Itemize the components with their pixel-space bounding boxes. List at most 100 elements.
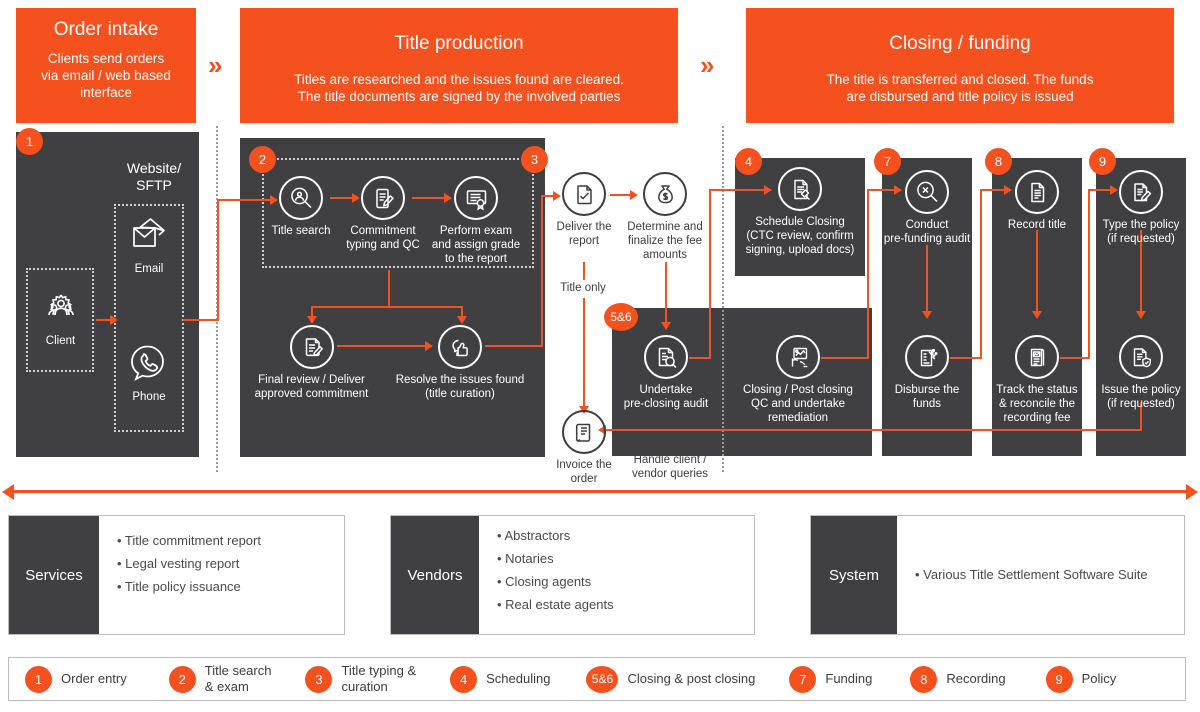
list-item: • Title policy issuance [117, 579, 241, 595]
phase-title: Title production [394, 33, 524, 54]
legend-badge: 5&6 [586, 665, 619, 693]
arrow-head [630, 190, 638, 200]
node-record-title[interactable]: Record title [1008, 170, 1066, 233]
connector-record-to-track [1036, 230, 1038, 318]
arrow-head [1136, 311, 1146, 319]
certificate-exam-icon [454, 176, 498, 220]
node-label: Track the status & reconcile the recordi… [996, 384, 1078, 424]
legend-item-5-6[interactable]: 5&6 Closing & post closing [586, 665, 756, 693]
legend-item-4[interactable]: 4 Scheduling [450, 665, 550, 693]
connector-exam-down [388, 270, 390, 308]
type-policy-edit-icon [1119, 170, 1163, 214]
legend-badge: 8 [910, 665, 938, 693]
node-pre-closing-audit[interactable]: Undertake pre-closing audit [624, 335, 708, 412]
node-label: Conduct pre-funding audit [883, 219, 971, 245]
arrow-head [764, 185, 772, 195]
badge-2: 2 [249, 146, 276, 173]
legend-item-2[interactable]: 2 Title search & exam [168, 663, 272, 694]
node-label: Determine and finalize the fee amounts [627, 221, 703, 261]
node-commitment-typing[interactable]: Commitment typing and QC [346, 176, 420, 253]
arrow-head [553, 191, 561, 201]
track-status-chart-icon [1015, 335, 1059, 379]
connector-qc-up [867, 189, 869, 359]
legend-item-8[interactable]: 8 Recording [910, 665, 1006, 693]
arrow-head [270, 195, 278, 205]
node-client[interactable]: Client [38, 285, 83, 349]
legend-badge: 4 [450, 665, 478, 693]
phase-description: The title is transferred and closed. The… [826, 71, 1094, 104]
info-box-label: Vendors [391, 516, 479, 634]
connector-resolve-up [541, 195, 543, 347]
node-final-review[interactable]: Final review / Deliver approved commitme… [255, 325, 368, 402]
info-box-label: Services [9, 516, 99, 634]
node-label: Schedule Closing (CTC review, confirm si… [745, 216, 855, 256]
phone-bubble-icon [126, 340, 172, 386]
node-type-policy[interactable]: Type the policy (if requested) [1103, 170, 1179, 247]
legend-label: Closing & post closing [627, 671, 756, 687]
info-box-system: System • Various Title Settlement Softwa… [810, 515, 1185, 635]
node-invoice-order[interactable]: Invoice the order [556, 410, 612, 487]
legend-label: Policy [1081, 671, 1117, 687]
process-flow-diagram: Order intake Clients send orders via ema… [0, 0, 1200, 712]
phase-title: Order intake [53, 19, 159, 40]
arrow-head [1110, 185, 1118, 195]
invoice-document-icon [562, 410, 606, 454]
badge-7: 7 [874, 148, 901, 175]
node-email[interactable]: Email [126, 212, 172, 277]
arrow-head [1032, 311, 1042, 319]
pre-closing-audit-icon [644, 335, 688, 379]
node-deliver-report[interactable]: Deliver the report [557, 172, 611, 249]
node-label: Type the policy (if requested) [1102, 219, 1180, 245]
legend-item-3[interactable]: 3 Title typing & curation [305, 663, 416, 694]
edge-label-title-only: Title only [551, 280, 615, 298]
website-sftp-label: Website/ SFTP [126, 160, 182, 193]
chevron-right-icon-1: » [208, 50, 223, 80]
node-label: Undertake pre-closing audit [623, 384, 709, 410]
node-track-status[interactable]: Track the status & reconcile the recordi… [996, 335, 1078, 425]
phase-description: Titles are researched and the issues fou… [294, 71, 624, 104]
node-label: Commitment typing and QC [346, 225, 420, 251]
schedule-closing-icon [778, 167, 822, 211]
node-schedule-closing[interactable]: Schedule Closing (CTC review, confirm si… [746, 167, 854, 257]
legend-badge: 7 [789, 665, 817, 693]
connector-resolve-out [485, 345, 543, 347]
node-resolve-issues[interactable]: Resolve the issues found (title curation… [396, 325, 524, 402]
info-box-label: System [811, 516, 897, 634]
legend-item-1[interactable]: 1 Order entry [25, 665, 127, 693]
node-pre-funding-audit[interactable]: Conduct pre-funding audit [884, 170, 970, 247]
legend-item-9[interactable]: 9 Policy [1045, 665, 1117, 693]
node-issue-policy[interactable]: Issue the policy (if requested) [1101, 335, 1181, 412]
list-item: • Abstractors [497, 528, 571, 543]
client-gear-people-icon [38, 285, 83, 330]
arrow-head [110, 315, 118, 325]
info-box-list: • Title commitment report • Legal vestin… [99, 516, 344, 634]
node-determine-fee[interactable]: Determine and finalize the fee amounts [627, 172, 703, 262]
node-label: Phone [132, 391, 166, 403]
badge-3: 3 [521, 146, 548, 173]
connector-final-review-to-resolve [337, 345, 427, 347]
connector-typing-to-exam [412, 197, 446, 199]
node-phone[interactable]: Phone [126, 340, 172, 405]
node-label: Final review / Deliver approved commitme… [254, 374, 369, 400]
pre-funding-audit-magnifier-icon [905, 170, 949, 214]
arrow-head [307, 316, 317, 324]
deliver-report-check-icon [562, 172, 606, 216]
legend-bar: 1 Order entry 2 Title search & exam 3 Ti… [8, 657, 1186, 701]
info-box-vendors: Vendors • Abstractors • Notaries • Closi… [390, 515, 755, 635]
arrow-head [444, 193, 452, 203]
legend-label: Title search & exam [204, 663, 272, 694]
node-disburse-funds[interactable]: Disburse the funds [895, 335, 959, 412]
node-title-search[interactable]: Title search [271, 176, 331, 239]
node-perform-exam[interactable]: Perform exam and assign grade to the rep… [432, 176, 520, 266]
node-label: Record title [1007, 219, 1067, 231]
connector-fee-down [665, 262, 667, 328]
legend-label: Funding [825, 671, 873, 687]
phase-banner-closing-funding: Closing / funding The title is transferr… [746, 8, 1174, 123]
node-label: Deliver the report [556, 221, 612, 247]
node-label: Title search [271, 225, 331, 237]
connector-disburse-up [980, 189, 982, 359]
legend-item-7[interactable]: 7 Funding [789, 665, 873, 693]
email-envelope-icon [126, 212, 172, 258]
legend-badge: 9 [1045, 665, 1073, 693]
node-closing-qc[interactable]: Closing / Post closing QC and undertake … [743, 335, 853, 425]
